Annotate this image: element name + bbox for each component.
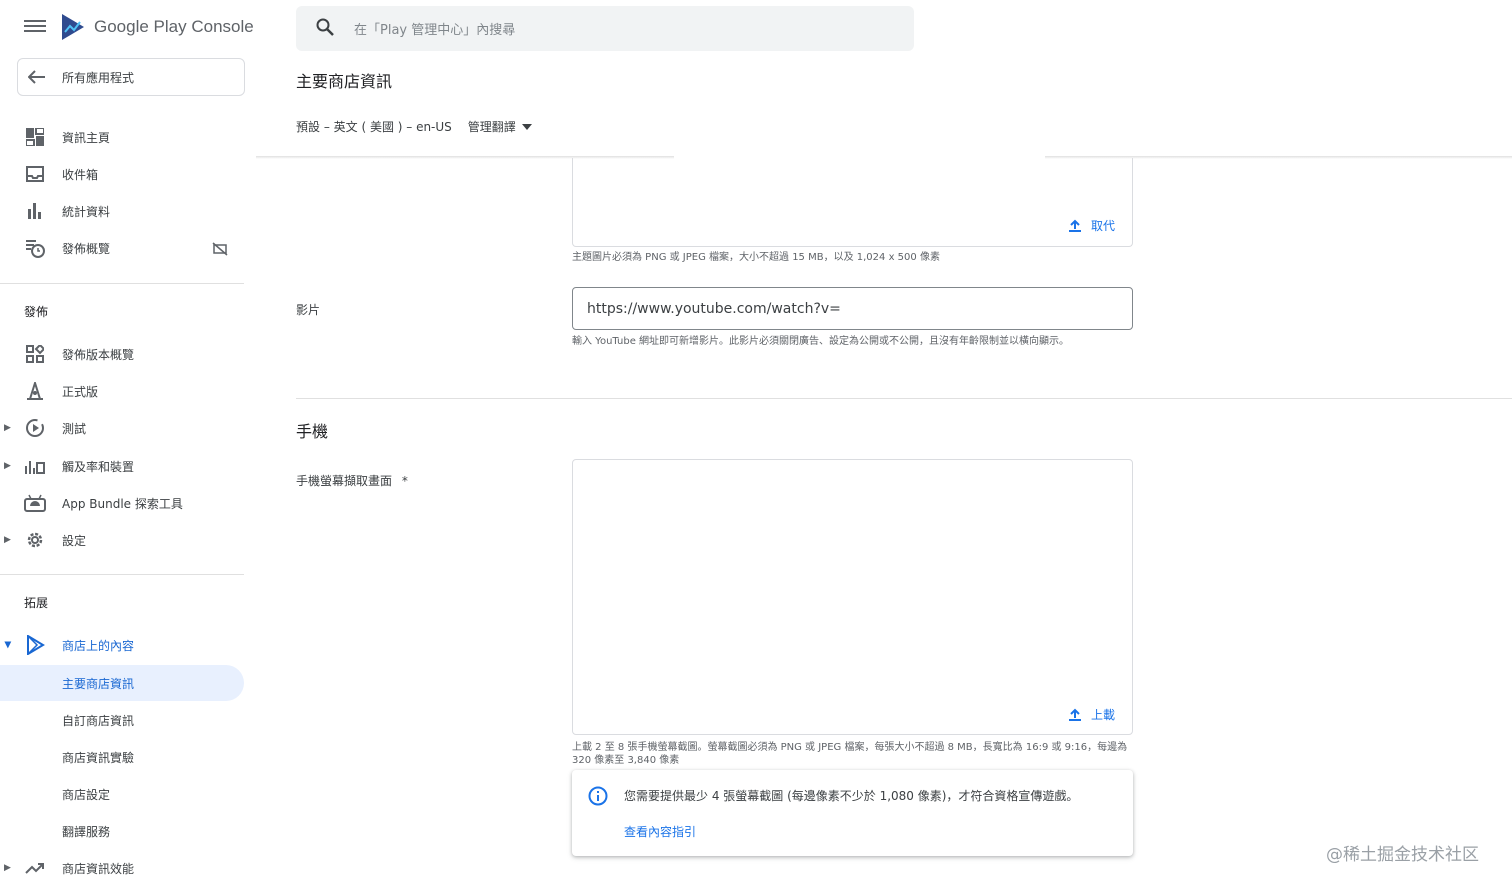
expand-caret-icon[interactable]: ▶	[4, 461, 11, 471]
managed-publishing-off-icon	[212, 241, 228, 260]
releases-overview-icon	[24, 343, 46, 365]
sidebar-item-label: 主要商店資訊	[62, 676, 135, 691]
feature-graphic-box[interactable]	[572, 158, 1133, 247]
sidebar-item-custom-store-listings[interactable]: 自訂商店資訊	[0, 702, 244, 738]
dropdown-arrow-icon	[521, 123, 532, 130]
publishing-overview-icon	[24, 237, 46, 259]
release-heading: 發佈	[24, 305, 49, 319]
sidebar-item-label: 商店上的內容	[62, 638, 135, 653]
sidebar-item-label: 資訊主頁	[62, 130, 111, 145]
sidebar-item-label: 自訂商店資訊	[62, 713, 135, 728]
sidebar: Google Play Console 所有應用程式 資訊主頁 收件箱 統計資料…	[0, 0, 256, 886]
all-apps-label: 所有應用程式	[62, 70, 135, 85]
sidebar-item-production[interactable]: 正式版	[0, 373, 244, 409]
section-divider	[296, 398, 1512, 399]
replace-feature-graphic-button[interactable]: 取代	[1068, 217, 1115, 234]
search-icon	[316, 18, 334, 40]
upload-icon	[1069, 708, 1081, 721]
search-bar[interactable]: 在「Play 管理中心」內搜尋	[296, 6, 914, 51]
collapse-caret-icon[interactable]: ▶	[2, 642, 12, 649]
sidebar-item-label: 翻譯服務	[62, 824, 111, 839]
phone-screenshots-dropzone[interactable]	[572, 459, 1133, 735]
sidebar-item-dashboard[interactable]: 資訊主頁	[0, 119, 244, 155]
language-row: 預設 – 英文 ( 美國 ) – en-US 管理翻譯	[296, 118, 532, 135]
dashboard-icon	[24, 126, 46, 148]
sidebar-item-store-presence[interactable]: ▶ 商店上的內容	[0, 627, 244, 663]
feature-graphic-help: 主題圖片必須為 PNG 或 JPEG 檔案，大小不超過 15 MB，以及 1,0…	[572, 252, 940, 263]
sidebar-item-label: 收件箱	[62, 167, 99, 182]
phone-screenshots-label: 手機螢幕擷取畫面 *	[296, 472, 408, 489]
phone-screenshots-label-text: 手機螢幕擷取畫面	[296, 474, 393, 488]
info-message: 您需要提供最少 4 張螢幕截圖 (每邊像素不少於 1,080 像素)，才符合資格…	[624, 789, 1079, 803]
phone-section-title: 手機	[296, 422, 329, 441]
trending-icon	[24, 857, 46, 879]
sidebar-item-label: 正式版	[62, 384, 99, 399]
settings-gear-icon	[24, 529, 46, 551]
sidebar-divider	[0, 574, 244, 575]
play-store-icon	[24, 634, 46, 656]
play-console-logo-icon	[62, 14, 84, 40]
page-title: 主要商店資訊	[296, 72, 393, 91]
sidebar-item-publishing-overview[interactable]: 發佈概覽	[0, 230, 244, 266]
sidebar-item-store-listing-performance[interactable]: ▶ 商店資訊效能	[0, 850, 244, 886]
sidebar-item-label: 統計資料	[62, 204, 111, 219]
info-icon	[588, 786, 608, 810]
sidebar-item-label: 商店資訊效能	[62, 861, 135, 876]
sidebar-item-reach-devices[interactable]: ▶ 觸及率和裝置	[0, 448, 244, 484]
manage-translations-label: 管理翻譯	[467, 120, 516, 134]
sidebar-item-app-bundle-explorer[interactable]: App Bundle 探索工具	[0, 485, 244, 521]
phone-screenshots-help: 上載 2 至 8 張手機螢幕截圖。螢幕截圖必須為 PNG 或 JPEG 檔案，每…	[572, 742, 1128, 766]
menu-icon[interactable]	[24, 17, 46, 39]
production-icon	[24, 380, 46, 402]
bar-chart-icon	[24, 200, 46, 222]
sidebar-item-inbox[interactable]: 收件箱	[0, 156, 244, 192]
video-help: 輸入 YouTube 網址即可新增影片。此影片必須關閉廣告、設定為公開或不公開，…	[572, 336, 1070, 347]
upload-icon	[1069, 219, 1081, 232]
sidebar-item-testing[interactable]: ▶ 測試	[0, 410, 244, 446]
grow-heading: 拓展	[24, 596, 49, 610]
promotion-eligibility-info-card: 您需要提供最少 4 張螢幕截圖 (每邊像素不少於 1,080 像素)，才符合資格…	[572, 770, 1133, 856]
sidebar-item-settings[interactable]: ▶ 設定	[0, 522, 244, 558]
inbox-icon	[24, 163, 46, 185]
sidebar-item-label: 商店設定	[62, 787, 111, 802]
expand-caret-icon[interactable]: ▶	[4, 535, 11, 545]
default-language-label: 預設 – 英文 ( 美國 ) – en-US	[296, 120, 452, 134]
all-apps-button[interactable]: 所有應用程式	[17, 58, 245, 96]
expand-caret-icon[interactable]: ▶	[4, 423, 11, 433]
video-label: 影片	[296, 303, 321, 317]
sidebar-item-label: 設定	[62, 533, 87, 548]
required-mark: *	[401, 474, 408, 488]
content-guidelines-link[interactable]: 查看內容指引	[624, 823, 696, 840]
search-input[interactable]: 在「Play 管理中心」內搜尋	[354, 19, 515, 38]
sidebar-item-statistics[interactable]: 統計資料	[0, 193, 244, 229]
sidebar-divider	[0, 283, 244, 284]
arrow-back-icon	[28, 70, 45, 84]
testing-icon	[24, 417, 46, 439]
watermark: @稀土掘金技术社区	[1326, 845, 1479, 865]
replace-label: 取代	[1091, 219, 1116, 233]
upload-phone-screenshots-button[interactable]: 上載	[1068, 706, 1115, 723]
reach-devices-icon	[24, 455, 46, 477]
sidebar-item-store-settings[interactable]: 商店設定	[0, 776, 244, 812]
google-play-console-logo[interactable]: Google Play Console	[60, 12, 254, 42]
logo-text: Google Play Console	[94, 17, 254, 36]
sidebar-item-label: 發佈版本概覽	[62, 347, 135, 362]
sidebar-item-translation-service[interactable]: 翻譯服務	[0, 813, 244, 849]
video-url-input[interactable]: https://www.youtube.com/watch?v=	[572, 287, 1133, 330]
sidebar-item-label: 商店資訊實驗	[62, 750, 135, 765]
manage-translations-button[interactable]: 管理翻譯	[468, 118, 532, 135]
sidebar-item-main-store-listing[interactable]: 主要商店資訊	[0, 665, 244, 701]
sidebar-item-releases-overview[interactable]: 發佈版本概覽	[0, 336, 244, 372]
app-header: Google Play Console	[0, 0, 256, 56]
sidebar-item-label: 發佈概覽	[62, 241, 111, 256]
sidebar-item-label: 觸及率和裝置	[62, 459, 135, 474]
sidebar-item-label: App Bundle 探索工具	[62, 496, 183, 511]
upload-label: 上載	[1091, 708, 1116, 722]
expand-caret-icon[interactable]: ▶	[4, 863, 11, 873]
app-bundle-icon	[24, 492, 46, 514]
sidebar-item-store-listing-experiments[interactable]: 商店資訊實驗	[0, 739, 244, 775]
sidebar-item-label: 測試	[62, 421, 87, 436]
